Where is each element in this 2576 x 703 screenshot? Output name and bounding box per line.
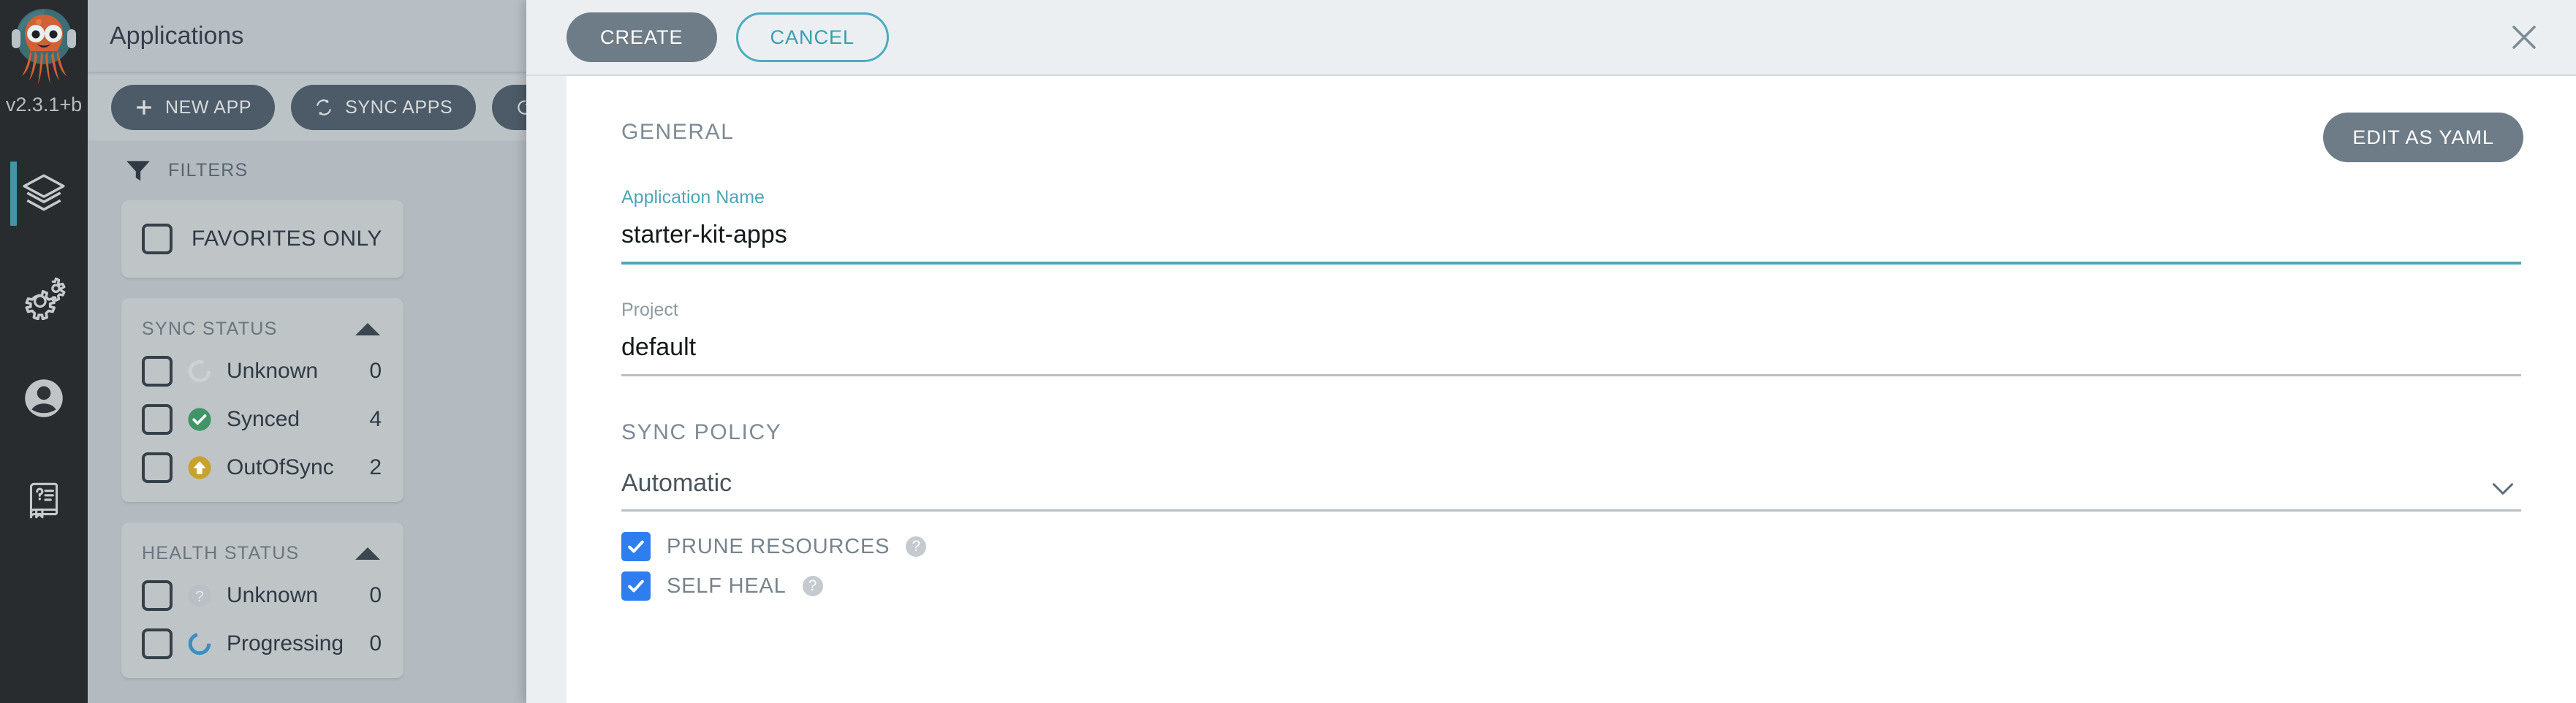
sync-unknown-checkbox[interactable]: [142, 356, 173, 387]
sync-policy-underline: [621, 509, 2521, 512]
chevron-down-icon[interactable]: [2492, 482, 2514, 499]
sidebar-item-user-info[interactable]: [0, 347, 88, 449]
argo-logo-block[interactable]: v2.3.1+b: [0, 0, 88, 142]
sync-synced-label: Synced: [227, 407, 300, 431]
prune-resources-checkbox[interactable]: [621, 532, 651, 562]
application-name-input[interactable]: starter-kit-apps: [621, 220, 2521, 262]
application-name-underline: [621, 261, 2521, 265]
project-input[interactable]: default: [621, 332, 2521, 374]
argo-octopus-logo: [12, 9, 76, 84]
application-name-label: Application Name: [621, 187, 765, 208]
user-circle-icon: [25, 379, 63, 417]
page-title: Applications: [110, 21, 244, 50]
project-field[interactable]: Project default: [621, 300, 2521, 376]
sync-outofsync-label: OutOfSync: [227, 455, 334, 479]
arrow-up-circle-icon: [188, 456, 211, 479]
close-icon: [2512, 26, 2536, 49]
health-progressing-checkbox[interactable]: [142, 628, 173, 659]
caret-up-icon[interactable]: [355, 323, 380, 335]
sync-policy-select[interactable]: Automatic: [621, 468, 732, 510]
layers-icon: [23, 174, 65, 211]
sync-synced-checkbox[interactable]: [142, 404, 173, 435]
sync-outofsync-count: 2: [369, 455, 382, 479]
new-app-button[interactable]: NEW APP: [111, 85, 276, 130]
sync-unknown-label: Unknown: [227, 359, 319, 383]
sync-policy-field[interactable]: Automatic: [621, 468, 2521, 512]
sync-synced-count: 4: [369, 407, 382, 431]
filter-row-sync-outofsync[interactable]: OutOfSync 2: [121, 444, 404, 492]
general-section-caption: GENERAL: [621, 120, 735, 144]
new-application-form: EDIT AS YAML GENERAL Application Name st…: [567, 76, 2576, 703]
question-circle-icon: ?: [188, 584, 211, 607]
prune-resources-label: PRUNE RESOURCES: [667, 534, 890, 558]
filter-row-health-unknown[interactable]: ? Unknown 0: [121, 571, 404, 620]
new-app-label: NEW APP: [165, 96, 252, 118]
favorites-only-checkbox[interactable]: [142, 224, 173, 254]
health-progressing-label: Progressing: [227, 631, 344, 656]
filters-heading-label: FILTERS: [168, 159, 249, 180]
sync-status-title: SYNC STATUS: [142, 319, 278, 339]
edit-as-yaml-button[interactable]: EDIT AS YAML: [2323, 113, 2523, 162]
health-status-title: HEALTH STATUS: [142, 543, 300, 563]
prune-resources-help-icon[interactable]: ?: [906, 536, 927, 558]
health-unknown-count: 0: [369, 583, 382, 607]
health-status-filter-card: HEALTH STATUS ? Unknown 0 Progressing 0: [121, 522, 404, 678]
panel-action-bar: CREATE CANCEL: [526, 0, 2576, 76]
close-panel-button[interactable]: [2501, 15, 2547, 60]
filter-row-sync-unknown[interactable]: Unknown 0: [121, 347, 404, 395]
self-heal-checkbox[interactable]: [621, 571, 651, 601]
project-label: Project: [621, 299, 678, 320]
favorites-filter-card: FAVORITES ONLY: [121, 200, 404, 278]
self-heal-help-icon[interactable]: ?: [802, 576, 823, 597]
checkmark-icon: [628, 540, 644, 553]
sync-policy-section-caption: SYNC POLICY: [621, 419, 782, 444]
version-label: v2.3.1+b: [5, 94, 83, 115]
svg-text:?: ?: [195, 588, 204, 605]
sync-apps-button[interactable]: SYNC APPS: [291, 85, 477, 130]
sidebar-item-documentation[interactable]: [0, 449, 88, 552]
health-unknown-label: Unknown: [227, 583, 319, 607]
filters-column: FILTERS FAVORITES ONLY SYNC STATUS Unkno…: [102, 140, 409, 699]
circle-spinner-icon: [188, 632, 211, 656]
help-book-icon: [29, 482, 58, 519]
sync-status-filter-card: SYNC STATUS Unknown 0 Synced 4 OutOfSync…: [121, 298, 404, 502]
health-unknown-checkbox[interactable]: [142, 580, 173, 611]
left-nav-rail: v2.3.1+b: [0, 0, 88, 703]
filter-row-health-progressing[interactable]: Progressing 0: [121, 620, 404, 668]
health-progressing-count: 0: [369, 631, 382, 656]
caret-up-icon[interactable]: [355, 547, 380, 560]
cancel-button[interactable]: CANCEL: [735, 12, 890, 62]
sync-outofsync-checkbox[interactable]: [142, 452, 173, 483]
active-indicator: [10, 162, 17, 226]
favorites-only-row[interactable]: FAVORITES ONLY: [121, 210, 404, 267]
checkmark-icon: [628, 580, 644, 593]
sync-apps-label: SYNC APPS: [345, 96, 453, 118]
sidebar-item-settings[interactable]: [0, 245, 88, 347]
plus-icon: [137, 100, 151, 115]
funnel-icon: [126, 161, 150, 181]
self-heal-row[interactable]: SELF HEAL ?: [621, 571, 2521, 601]
prune-resources-row[interactable]: PRUNE RESOURCES ?: [621, 532, 2521, 562]
gears-icon: [25, 277, 66, 320]
favorites-only-label: FAVORITES ONLY: [192, 227, 382, 251]
sync-icon: [317, 99, 331, 115]
sync-status-header[interactable]: SYNC STATUS: [121, 308, 404, 347]
create-button[interactable]: CREATE: [567, 12, 717, 62]
filter-row-sync-synced[interactable]: Synced 4: [121, 395, 404, 444]
check-circle-icon: [188, 408, 211, 431]
self-heal-label: SELF HEAL: [667, 574, 787, 598]
circle-dashed-icon: [188, 360, 211, 383]
project-underline: [621, 373, 2521, 376]
new-application-panel: CREATE CANCEL EDIT AS YAML GENERAL Appli…: [526, 0, 2576, 703]
application-name-field[interactable]: Application Name starter-kit-apps: [621, 187, 2521, 265]
filters-heading: FILTERS: [102, 140, 409, 200]
sync-unknown-count: 0: [369, 359, 382, 383]
health-status-header[interactable]: HEALTH STATUS: [121, 533, 404, 571]
sidebar-item-applications[interactable]: [0, 142, 88, 245]
